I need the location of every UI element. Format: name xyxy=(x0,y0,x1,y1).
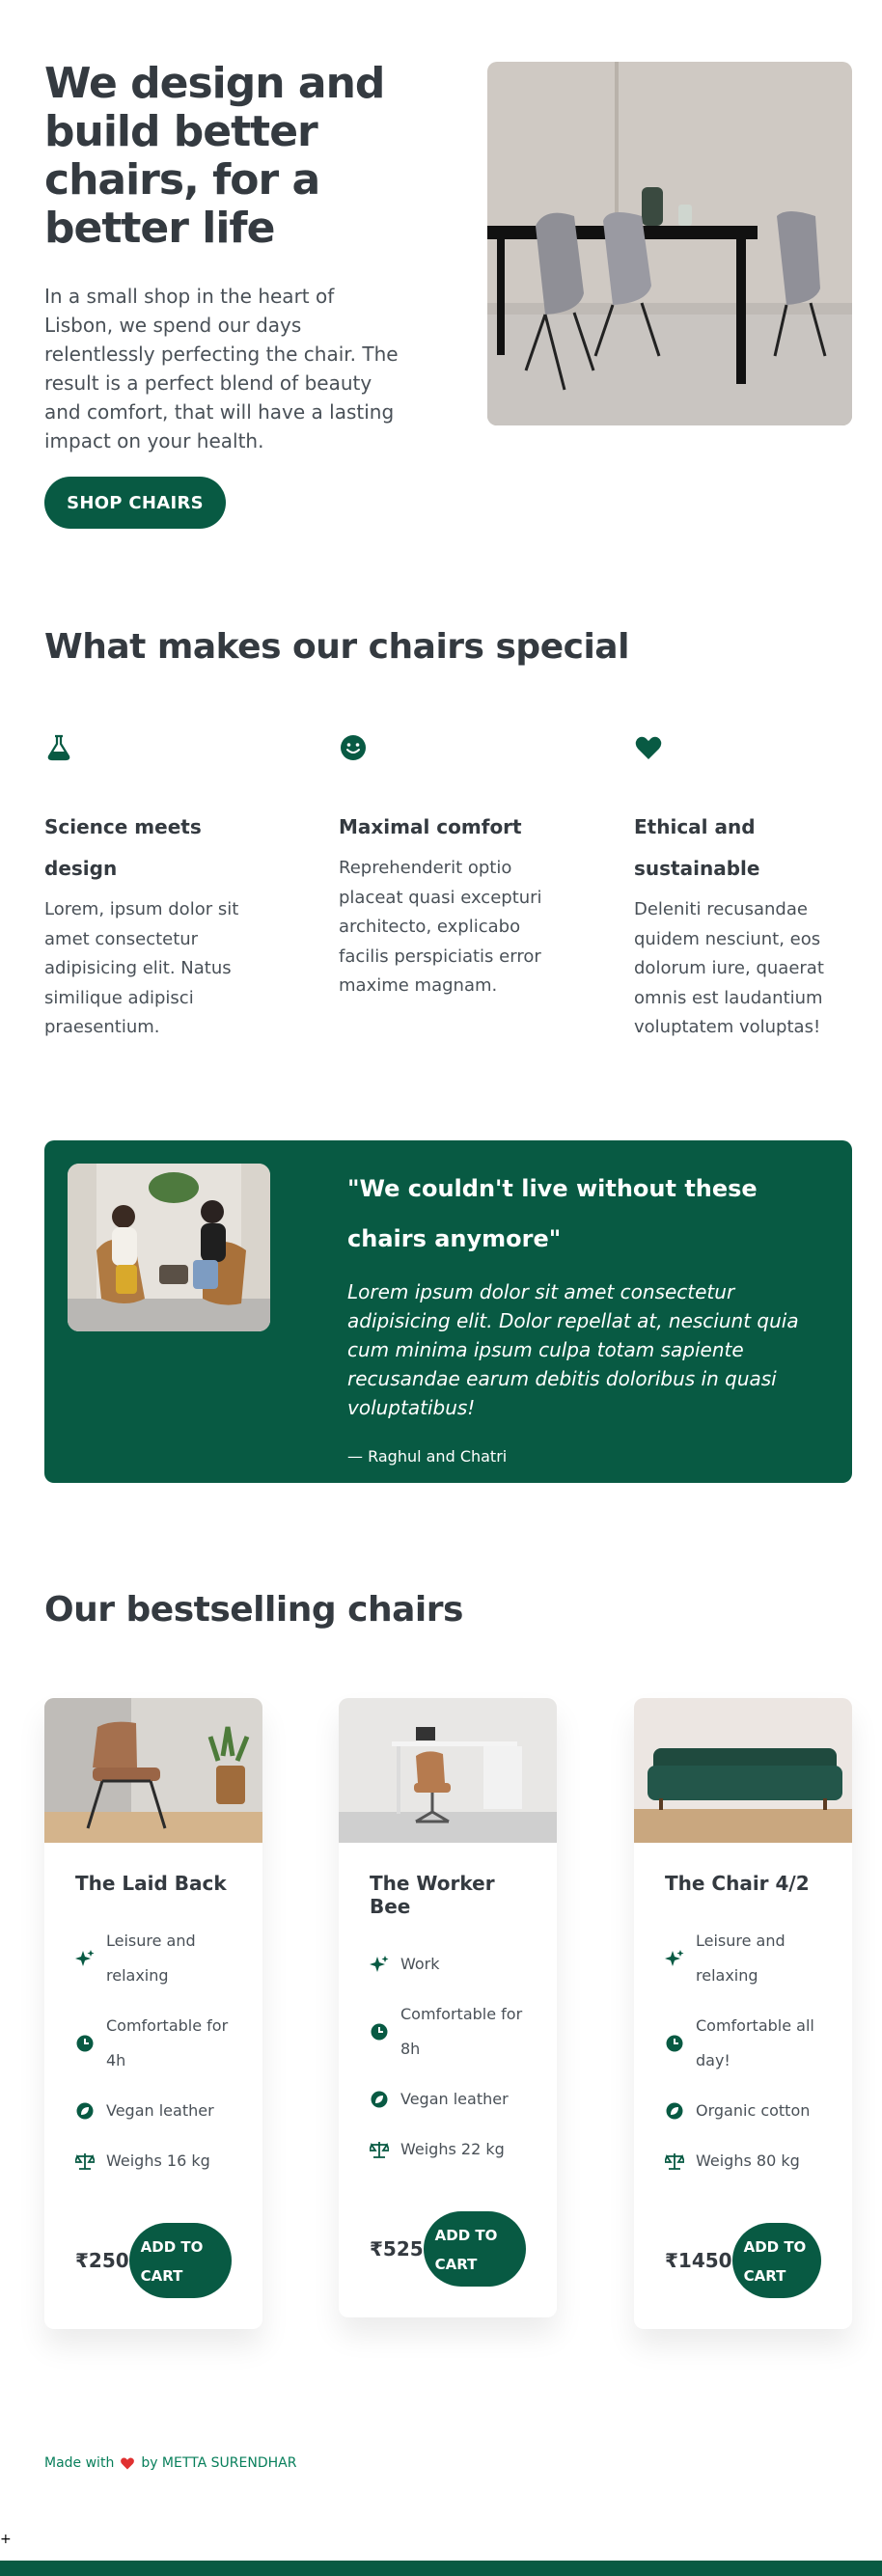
scale-icon xyxy=(370,2142,389,2158)
attribute-item: Organic cotton xyxy=(665,2094,821,2128)
attribute-item: Comfortable for 4h xyxy=(75,2009,232,2078)
product-price: ₹525 xyxy=(370,2237,424,2261)
product-card-worker-bee: The Worker Bee Work Comfortable for 8h V… xyxy=(339,1698,557,2317)
attribute-item: Weighs 80 kg xyxy=(665,2144,821,2179)
attribute-text: Organic cotton xyxy=(696,2101,811,2120)
scale-icon xyxy=(665,2153,684,2170)
hero-text: We design and build better chairs, for a… xyxy=(44,59,399,455)
attribute-item: Comfortable for 8h xyxy=(370,1997,526,2067)
product-image xyxy=(44,1698,262,1843)
product-attributes: Leisure and relaxing Comfortable for 4h … xyxy=(75,1924,232,2179)
leaf-icon xyxy=(371,2091,388,2108)
product-attributes: Leisure and relaxing Comfortable all day… xyxy=(665,1924,821,2179)
made-with-text: Made with xyxy=(44,2455,115,2471)
testimonial-body: "We couldn't live without these chairs a… xyxy=(347,1164,830,1466)
attribute-item: Leisure and relaxing xyxy=(75,1924,232,1993)
testimonial-heading: "We couldn't live without these chairs a… xyxy=(347,1175,758,1252)
product-image xyxy=(339,1698,557,1843)
feature-text: Lorem, ipsum dolor sit amet consectetur … xyxy=(44,899,239,1037)
attribute-item: Comfortable all day! xyxy=(665,2009,821,2078)
attribute-item: Work xyxy=(370,1947,526,1982)
scale-icon xyxy=(75,2153,95,2170)
flask-icon xyxy=(47,734,70,761)
attribute-text: Comfortable all day! xyxy=(696,2016,814,2069)
clock-icon xyxy=(76,2035,94,2052)
feature-title: Maximal comfort xyxy=(339,815,522,838)
add-to-cart-button[interactable]: ADD TO CART xyxy=(128,2223,232,2298)
product-footer: ₹250 ADD TO CART xyxy=(75,2223,232,2298)
product-footer: ₹525 ADD TO CART xyxy=(370,2211,526,2287)
clock-icon xyxy=(371,2023,388,2041)
attribute-item: Leisure and relaxing xyxy=(665,1924,821,1993)
product-attributes: Work Comfortable for 8h Vegan leather We… xyxy=(370,1947,526,2167)
attribute-text: Weighs 80 kg xyxy=(696,2151,800,2170)
leaf-icon xyxy=(76,2102,94,2120)
product-price: ₹250 xyxy=(75,2249,129,2272)
attribute-text: Weighs 16 kg xyxy=(106,2151,210,2170)
testimonial-author: — Raghul and Chatri xyxy=(347,1447,508,1466)
attribute-text: Work xyxy=(400,1955,440,1973)
product-name: The Worker Bee xyxy=(370,1872,495,1918)
attribute-text: Comfortable for 4h xyxy=(106,2016,229,2069)
hero-title: We design and build better chairs, for a… xyxy=(44,59,385,253)
attribute-text: Leisure and relaxing xyxy=(696,1932,786,1985)
attribute-item: Vegan leather xyxy=(370,2082,526,2117)
product-name: The Chair 4/2 xyxy=(665,1872,810,1895)
testimonial-section: "We couldn't live without these chairs a… xyxy=(44,1140,852,1483)
product-name: The Laid Back xyxy=(75,1872,227,1895)
heart-icon xyxy=(635,736,662,759)
feature-ethical: Ethical and sustainable Deleniti recusan… xyxy=(634,733,846,1043)
hero-description: In a small shop in the heart of Lisbon, … xyxy=(44,285,399,452)
bestsellers-title: Our bestselling chairs xyxy=(44,1590,463,1630)
feature-text: Reprehenderit optio placeat quasi except… xyxy=(339,858,542,996)
heart-icon xyxy=(121,2457,135,2470)
footer-bar xyxy=(0,2561,882,2576)
product-price: ₹1450 xyxy=(665,2249,732,2272)
attribute-item: Weighs 16 kg xyxy=(75,2144,232,2179)
sparkles-icon xyxy=(75,1950,95,1966)
sparkles-icon xyxy=(370,1956,389,1972)
feature-text: Deleniti recusandae quidem nesciunt, eos… xyxy=(634,899,824,1037)
shop-chairs-button[interactable]: SHOP CHAIRS xyxy=(44,477,226,529)
hero-image xyxy=(487,62,852,425)
feature-title: Science meets design xyxy=(44,815,202,880)
testimonial-quote: Lorem ipsum dolor sit amet consectetur a… xyxy=(347,1280,799,1419)
sparkles-icon xyxy=(665,1950,684,1966)
attribute-text: Comfortable for 8h xyxy=(400,2005,523,2058)
product-image xyxy=(634,1698,852,1843)
attribute-text: Weighs 22 kg xyxy=(400,2140,505,2158)
features-title: What makes our chairs special xyxy=(44,627,629,667)
feature-science: Science meets design Lorem, ipsum dolor … xyxy=(44,733,266,1043)
attribute-text: Leisure and relaxing xyxy=(106,1932,196,1985)
plus-marker: + xyxy=(0,2532,12,2547)
clock-icon xyxy=(666,2035,683,2052)
attribute-text: Vegan leather xyxy=(400,2090,509,2108)
attribute-item: Weighs 22 kg xyxy=(370,2132,526,2167)
add-to-cart-button[interactable]: ADD TO CART xyxy=(731,2223,821,2298)
feature-title: Ethical and sustainable xyxy=(634,815,760,880)
smiley-icon xyxy=(341,735,366,760)
product-footer: ₹1450 ADD TO CART xyxy=(665,2223,821,2298)
author-credit[interactable]: by METTA SURENDHAR xyxy=(141,2455,296,2471)
leaf-icon xyxy=(666,2102,683,2120)
feature-comfort: Maximal comfort Reprehenderit optio plac… xyxy=(339,733,561,1001)
add-to-cart-button[interactable]: ADD TO CART xyxy=(423,2211,526,2287)
attribute-item: Vegan leather xyxy=(75,2094,232,2128)
made-with-credit: Made with by METTA SURENDHAR xyxy=(44,2455,296,2471)
product-card-laid-back: The Laid Back Leisure and relaxing Comfo… xyxy=(44,1698,262,2329)
attribute-text: Vegan leather xyxy=(106,2101,214,2120)
product-card-chair-4-2: The Chair 4/2 Leisure and relaxing Comfo… xyxy=(634,1698,852,2329)
testimonial-image xyxy=(68,1164,270,1331)
